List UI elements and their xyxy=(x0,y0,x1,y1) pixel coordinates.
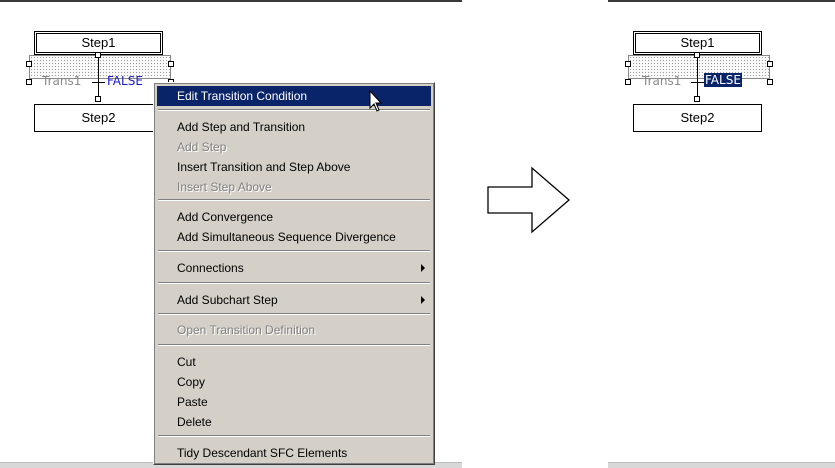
menu-separator xyxy=(158,313,430,315)
menu-separator xyxy=(158,109,430,111)
transition-bar xyxy=(691,82,704,83)
transition-name: Trans1 xyxy=(42,74,82,88)
menu-item-copy[interactable]: Copy xyxy=(157,372,431,392)
selection-handle-left[interactable] xyxy=(26,79,32,85)
panel-bottom-scrollbar[interactable] xyxy=(608,462,835,468)
submenu-arrow-icon xyxy=(421,296,425,304)
selection-handle-left[interactable] xyxy=(625,79,631,85)
menu-item-add-subchart-step[interactable]: Add Subchart Step xyxy=(157,290,431,310)
menu-item-open-transition-definition[interactable]: Open Transition Definition xyxy=(157,320,431,340)
transition-condition-edit[interactable]: FALSE xyxy=(704,73,742,87)
menu-separator xyxy=(158,250,430,252)
selection-handle-right-top[interactable] xyxy=(767,61,773,67)
menu-item-cut[interactable]: Cut xyxy=(157,352,431,372)
menu-item-label: Connections xyxy=(177,261,244,275)
menu-item-edit-transition-condition[interactable]: Edit Transition Condition xyxy=(157,86,431,106)
selection-handle-left-top[interactable] xyxy=(625,61,631,67)
selection-handle-right[interactable] xyxy=(767,79,773,85)
right-arrow-icon xyxy=(487,166,570,234)
selection-handle-bottom[interactable] xyxy=(95,96,101,102)
menu-separator xyxy=(158,282,430,284)
menu-item-add-convergence[interactable]: Add Convergence xyxy=(157,207,431,227)
menu-separator xyxy=(158,344,430,346)
menu-item-insert-transition-and-step-above[interactable]: Insert Transition and Step Above xyxy=(157,157,431,177)
menu-item-label: Add Subchart Step xyxy=(177,293,278,307)
step2-box[interactable]: Step2 xyxy=(633,104,762,132)
sfc-editor-after: Step1 Trans1 FALSE Step2 xyxy=(608,0,835,468)
context-menu: Edit Transition Condition Add Step and T… xyxy=(153,82,435,465)
selection-handle-top[interactable] xyxy=(95,52,101,58)
selection-handle-left-top[interactable] xyxy=(26,61,32,67)
menu-item-add-simultaneous-sequence-divergence[interactable]: Add Simultaneous Sequence Divergence xyxy=(157,227,431,247)
transition-name: Trans1 xyxy=(642,74,682,88)
menu-separator xyxy=(158,199,430,201)
transition-condition[interactable]: FALSE xyxy=(107,74,143,88)
selection-handle-right-top[interactable] xyxy=(168,61,174,67)
transition-link-line xyxy=(98,55,99,100)
menu-item-add-step-and-transition[interactable]: Add Step and Transition xyxy=(157,117,431,137)
transition-bar xyxy=(92,82,105,83)
selection-handle-bottom[interactable] xyxy=(694,96,700,102)
menu-separator xyxy=(158,435,430,437)
menu-item-tidy-descendant-sfc-elements[interactable]: Tidy Descendant SFC Elements xyxy=(157,443,431,463)
menu-item-insert-step-above[interactable]: Insert Step Above xyxy=(157,177,431,197)
panel-top-border xyxy=(0,0,462,2)
menu-item-delete[interactable]: Delete xyxy=(157,412,431,432)
menu-item-paste[interactable]: Paste xyxy=(157,392,431,412)
menu-item-add-step[interactable]: Add Step xyxy=(157,137,431,157)
menu-item-connections[interactable]: Connections xyxy=(157,258,431,278)
step2-box[interactable]: Step2 xyxy=(34,104,163,132)
submenu-arrow-icon xyxy=(421,264,425,272)
transition-link-line xyxy=(697,55,698,100)
mouse-pointer-icon xyxy=(369,90,383,112)
panel-top-border xyxy=(608,0,835,2)
selection-handle-top[interactable] xyxy=(694,52,700,58)
